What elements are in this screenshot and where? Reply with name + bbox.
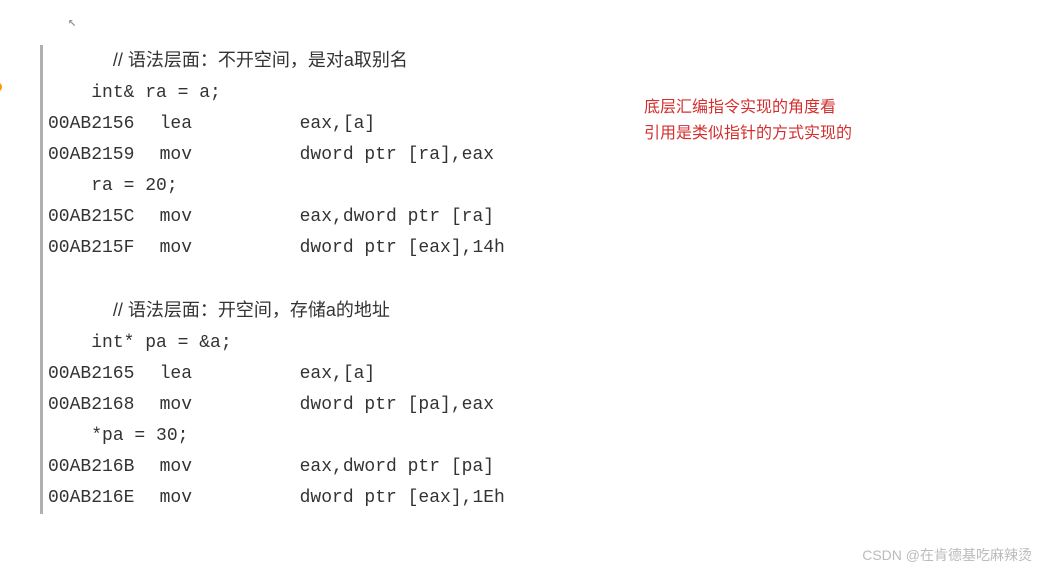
opcode: mov (160, 452, 300, 483)
asm-line: 00AB2165 leaeax,[a] (48, 359, 505, 390)
address: 00AB215F (48, 233, 138, 264)
asm-line: 00AB216E movdword ptr [eax],1Eh (48, 483, 505, 514)
operands: dword ptr [eax],14h (300, 238, 505, 258)
annotation-line: 引用是类似指针的方式实现的 (644, 121, 852, 147)
address: 00AB2156 (48, 109, 138, 140)
address: 00AB215C (48, 202, 138, 233)
asm-line: 00AB2159 movdword ptr [ra],eax (48, 140, 505, 171)
address: 00AB216E (48, 483, 138, 514)
asm-line: 00AB215C moveax,dword ptr [ra] (48, 202, 505, 233)
address: 00AB216B (48, 452, 138, 483)
source-line: *pa = 30; (48, 421, 505, 452)
operands: dword ptr [pa],eax (300, 395, 494, 415)
asm-line: 00AB2156 leaeax,[a] (48, 109, 505, 140)
opcode: mov (160, 390, 300, 421)
opcode: mov (160, 483, 300, 514)
operands: eax,[a] (300, 114, 376, 134)
source-line: ra = 20; (48, 171, 505, 202)
annotation-text: 底层汇编指令实现的角度看 引用是类似指针的方式实现的 (644, 95, 852, 147)
blank-line (48, 264, 505, 295)
operands: eax,dword ptr [pa] (300, 457, 494, 477)
operands: eax,dword ptr [ra] (300, 207, 494, 227)
opcode: mov (160, 202, 300, 233)
opcode: mov (160, 233, 300, 264)
address: 00AB2168 (48, 390, 138, 421)
annotation-line: 底层汇编指令实现的角度看 (644, 95, 852, 121)
opcode: mov (160, 140, 300, 171)
asm-line: 00AB2168 movdword ptr [pa],eax (48, 390, 505, 421)
operands: dword ptr [eax],1Eh (300, 488, 505, 508)
source-comment: // 语法层面：不开空间，是对a取别名 (48, 45, 505, 78)
watermark-text: CSDN @在肯德基吃麻辣烫 (862, 545, 1032, 565)
asm-line: 00AB215F movdword ptr [eax],14h (48, 233, 505, 264)
source-line: int& ra = a; (48, 78, 505, 109)
opcode: lea (160, 359, 300, 390)
operands: dword ptr [ra],eax (300, 145, 494, 165)
disassembly-view: // 语法层面：不开空间，是对a取别名 int& ra = a; 00AB215… (40, 45, 505, 514)
source-comment: // 语法层面：开空间，存储a的地址 (48, 295, 505, 328)
address: 00AB2159 (48, 140, 138, 171)
cursor-icon: ↖ (68, 14, 76, 31)
breakpoint-icon[interactable] (0, 82, 2, 92)
opcode: lea (160, 109, 300, 140)
operands: eax,[a] (300, 364, 376, 384)
asm-line: 00AB216B moveax,dword ptr [pa] (48, 452, 505, 483)
source-line: int* pa = &a; (48, 328, 505, 359)
address: 00AB2165 (48, 359, 138, 390)
